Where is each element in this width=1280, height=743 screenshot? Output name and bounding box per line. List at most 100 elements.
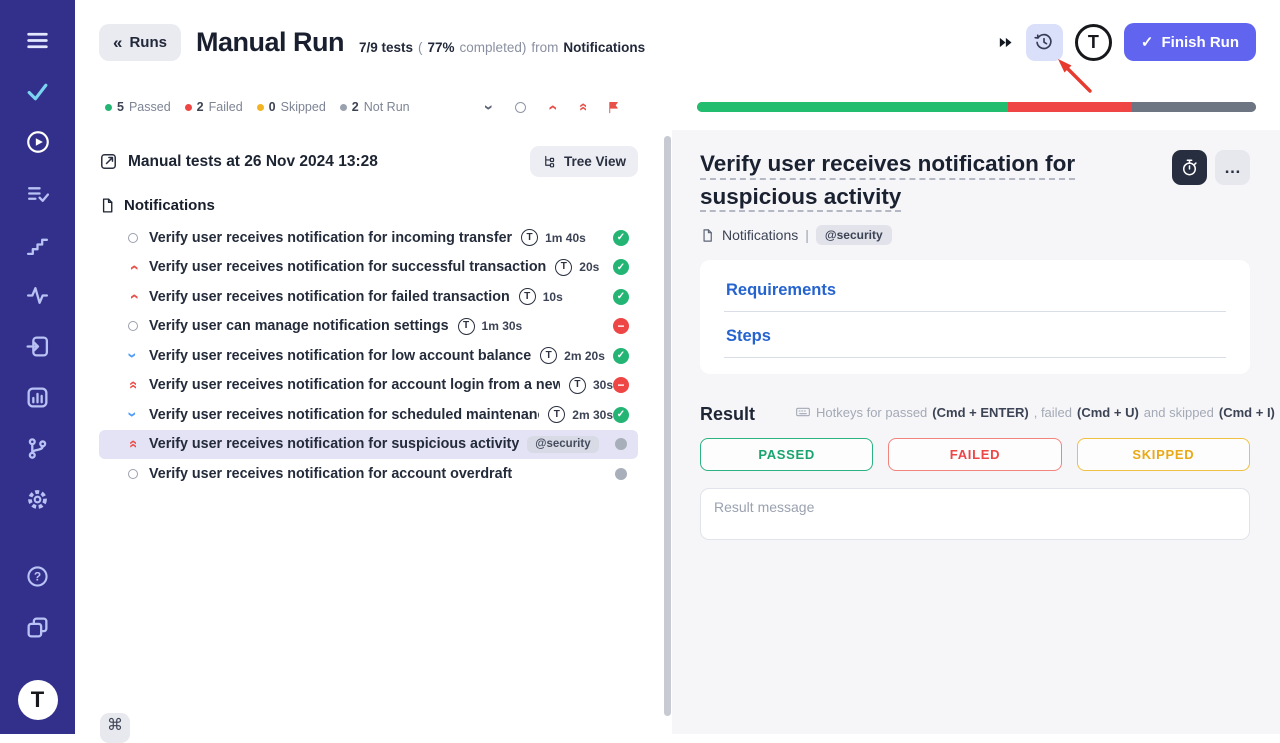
test-row[interactable]: Verify user receives notification for su… bbox=[99, 253, 638, 283]
timer-button[interactable] bbox=[1172, 150, 1207, 185]
tree-icon bbox=[542, 154, 557, 169]
account-logo[interactable]: T bbox=[1075, 24, 1112, 61]
chevrons-left-icon: « bbox=[113, 34, 122, 51]
testomat-icon: T bbox=[458, 318, 475, 335]
percent-completed: 77% bbox=[428, 40, 455, 55]
header-actions: T ✓ Finish Run bbox=[997, 23, 1256, 61]
menu-icon[interactable] bbox=[25, 27, 51, 53]
test-runs-icon[interactable] bbox=[25, 180, 51, 206]
test-detail-panel: Verify user receives notification for su… bbox=[672, 130, 1280, 734]
run-progress-bar bbox=[697, 102, 1256, 112]
test-row[interactable]: Verify user receives notification for in… bbox=[99, 223, 638, 253]
scrollbar[interactable] bbox=[662, 130, 672, 734]
test-duration: 2m 20s bbox=[564, 349, 605, 363]
status-icon bbox=[613, 377, 629, 393]
test-duration: 2m 30s bbox=[572, 408, 613, 422]
test-title: Verify user receives notification for su… bbox=[149, 259, 546, 275]
test-title-heading[interactable]: Verify user receives notification for su… bbox=[700, 148, 1160, 213]
progress-passed-segment bbox=[697, 102, 1008, 112]
test-tag: @security bbox=[527, 436, 598, 453]
testomat-icon: T bbox=[540, 347, 557, 364]
run-title: Manual tests at 26 Nov 2024 13:28 bbox=[99, 152, 378, 171]
test-title: Verify user can manage notification sett… bbox=[149, 318, 449, 334]
progress-failed-segment bbox=[1008, 102, 1132, 112]
test-row[interactable]: Verify user receives notification for ac… bbox=[99, 371, 638, 401]
suite-folder-notifications[interactable]: Notifications bbox=[99, 181, 638, 223]
critical-priority-icon[interactable]: » bbox=[575, 100, 590, 115]
testomat-icon: T bbox=[521, 229, 538, 246]
test-title: Verify user receives notification for in… bbox=[149, 230, 512, 246]
result-buttons: PASSED FAILED SKIPPED bbox=[700, 438, 1250, 471]
history-button-wrap bbox=[1026, 24, 1063, 61]
test-title: Verify user receives notification for fa… bbox=[149, 289, 510, 305]
flag-icon[interactable] bbox=[606, 100, 621, 115]
status-icon bbox=[615, 468, 627, 480]
testomat-icon: T bbox=[519, 288, 536, 305]
priority-icon bbox=[125, 469, 140, 479]
failed-button[interactable]: FAILED bbox=[888, 438, 1061, 471]
help-icon[interactable]: ? bbox=[25, 563, 51, 589]
status-icon bbox=[613, 348, 629, 364]
test-title: Verify user receives notification for sc… bbox=[149, 407, 539, 423]
normal-priority-icon[interactable] bbox=[513, 100, 528, 115]
priority-icon bbox=[125, 321, 140, 331]
fast-forward-icon[interactable] bbox=[997, 34, 1014, 51]
test-title: Verify user receives notification for lo… bbox=[149, 348, 531, 364]
back-to-runs-button[interactable]: « Runs bbox=[99, 24, 181, 61]
priority-icon bbox=[125, 233, 140, 243]
file-icon bbox=[700, 228, 715, 243]
test-row[interactable]: Verify user can manage notification sett… bbox=[99, 312, 638, 342]
hotkeys-hint: Hotkeys for passed (Cmd + ENTER) , faile… bbox=[795, 404, 1275, 420]
check-icon[interactable] bbox=[25, 78, 51, 104]
test-duration: 20s bbox=[579, 260, 599, 274]
test-row[interactable]: Verify user receives notification for sc… bbox=[99, 400, 638, 430]
command-key-badge[interactable]: ⌘ bbox=[100, 713, 130, 743]
security-tag[interactable]: @security bbox=[816, 225, 892, 245]
logo-t-glyph: T bbox=[1088, 32, 1099, 53]
detail-actions: … bbox=[1172, 150, 1250, 185]
tree-view-button[interactable]: Tree View bbox=[530, 146, 638, 177]
skipped-button[interactable]: SKIPPED bbox=[1077, 438, 1250, 471]
svg-text:?: ? bbox=[34, 569, 41, 583]
test-duration: 1m 30s bbox=[482, 319, 523, 333]
priority-icon bbox=[125, 288, 140, 305]
priority-icon bbox=[125, 437, 140, 452]
result-message-input[interactable] bbox=[700, 488, 1250, 540]
activity-icon[interactable] bbox=[25, 282, 51, 308]
more-options-button[interactable]: … bbox=[1215, 150, 1250, 185]
stat-passed: 5 Passed bbox=[105, 100, 171, 114]
passed-dot bbox=[105, 104, 112, 111]
steps-section[interactable]: Steps bbox=[724, 312, 1226, 358]
test-row-selected[interactable]: Verify user receives notification for su… bbox=[99, 430, 638, 460]
scrollbar-thumb[interactable] bbox=[664, 136, 671, 716]
status-icon bbox=[613, 289, 629, 305]
branch-icon[interactable] bbox=[25, 435, 51, 461]
header: « Runs Manual Run 7/9 tests ( 77% comple… bbox=[75, 0, 1280, 84]
settings-gear-icon[interactable] bbox=[25, 486, 51, 512]
status-icon bbox=[615, 438, 627, 450]
testomat-logo[interactable]: T bbox=[18, 680, 58, 720]
test-title: Verify user receives notification for su… bbox=[149, 436, 519, 452]
sidebar: ? T bbox=[0, 0, 75, 734]
breadcrumb-suite[interactable]: Notifications bbox=[722, 227, 798, 243]
import-icon[interactable] bbox=[25, 333, 51, 359]
test-row[interactable]: Verify user receives notification for ac… bbox=[99, 459, 638, 489]
chevron-down-icon[interactable]: › bbox=[482, 100, 497, 115]
passed-button[interactable]: PASSED bbox=[700, 438, 873, 471]
finish-run-button[interactable]: ✓ Finish Run bbox=[1124, 23, 1256, 61]
history-button[interactable] bbox=[1026, 24, 1063, 61]
run-icon[interactable] bbox=[25, 129, 51, 155]
test-row[interactable]: Verify user receives notification for fa… bbox=[99, 282, 638, 312]
stats-bar: 5 Passed 2 Failed 0 Skipped 2 Not Run › … bbox=[75, 84, 1280, 130]
high-priority-icon[interactable]: › bbox=[544, 100, 559, 115]
tests-count: 7/9 tests bbox=[359, 40, 413, 55]
test-row[interactable]: Verify user receives notification for lo… bbox=[99, 341, 638, 371]
priority-icon bbox=[125, 378, 140, 393]
priority-icon bbox=[125, 259, 140, 276]
report-icon[interactable] bbox=[25, 384, 51, 410]
testomat-icon: T bbox=[548, 406, 565, 423]
projects-icon[interactable] bbox=[25, 614, 51, 640]
steps-icon[interactable] bbox=[25, 231, 51, 257]
requirements-section[interactable]: Requirements bbox=[724, 266, 1226, 312]
result-heading: Result bbox=[700, 404, 755, 425]
